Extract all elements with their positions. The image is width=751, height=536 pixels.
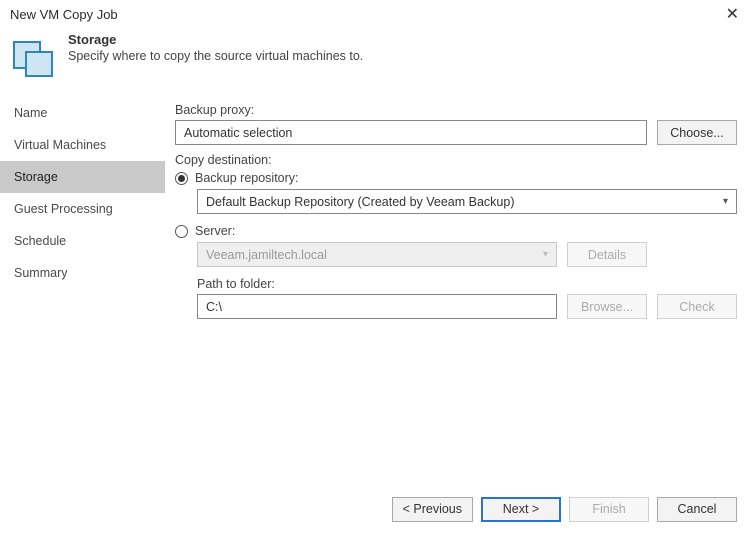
page-title: Storage: [68, 32, 363, 47]
close-icon[interactable]: ✕: [720, 4, 745, 24]
choose-button[interactable]: Choose...: [657, 120, 737, 145]
copy-destination-label: Copy destination:: [175, 153, 737, 167]
backup-repository-dropdown[interactable]: Default Backup Repository (Created by Ve…: [197, 189, 737, 214]
radio-dot-icon: [175, 172, 188, 185]
window-title: New VM Copy Job: [10, 7, 118, 22]
server-dropdown: Veeam.jamiltech.local ▾: [197, 242, 557, 267]
wizard-sidebar: Name Virtual Machines Storage Guest Proc…: [0, 95, 165, 492]
sidebar-item-name[interactable]: Name: [0, 97, 165, 129]
cancel-button[interactable]: Cancel: [657, 497, 737, 522]
sidebar-item-storage[interactable]: Storage: [0, 161, 165, 193]
sidebar-item-guest-processing[interactable]: Guest Processing: [0, 193, 165, 225]
dialog-header: Storage Specify where to copy the source…: [0, 24, 751, 94]
radio-server[interactable]: Server:: [175, 224, 737, 238]
previous-button[interactable]: < Previous: [392, 497, 473, 522]
next-button[interactable]: Next >: [481, 497, 561, 522]
header-text: Storage Specify where to copy the source…: [68, 32, 363, 63]
radio-backup-repository[interactable]: Backup repository:: [175, 171, 737, 185]
backup-repository-selected: Default Backup Repository (Created by Ve…: [206, 195, 515, 209]
chevron-down-icon: ▾: [543, 249, 548, 260]
finish-button: Finish: [569, 497, 649, 522]
details-button: Details: [567, 242, 647, 267]
radio-backup-repository-label: Backup repository:: [195, 171, 299, 185]
browse-button: Browse...: [567, 294, 647, 319]
backup-proxy-label: Backup proxy:: [175, 103, 737, 117]
chevron-down-icon: ▾: [723, 196, 728, 207]
sidebar-item-schedule[interactable]: Schedule: [0, 225, 165, 257]
content-panel: Backup proxy: Choose... Copy destination…: [165, 95, 751, 492]
titlebar: New VM Copy Job ✕: [0, 0, 751, 24]
wizard-footer: < Previous Next > Finish Cancel: [0, 492, 751, 536]
path-label: Path to folder:: [197, 277, 737, 291]
radio-dot-icon: [175, 225, 188, 238]
sidebar-item-summary[interactable]: Summary: [0, 257, 165, 289]
check-button: Check: [657, 294, 737, 319]
sidebar-item-virtual-machines[interactable]: Virtual Machines: [0, 129, 165, 161]
radio-server-label: Server:: [195, 224, 235, 238]
dialog-window: New VM Copy Job ✕ Storage Specify where …: [0, 0, 751, 536]
storage-icon: [10, 32, 58, 80]
path-input: [197, 294, 557, 319]
page-subtitle: Specify where to copy the source virtual…: [68, 49, 363, 63]
backup-proxy-input[interactable]: [175, 120, 647, 145]
server-value: Veeam.jamiltech.local: [206, 248, 327, 262]
